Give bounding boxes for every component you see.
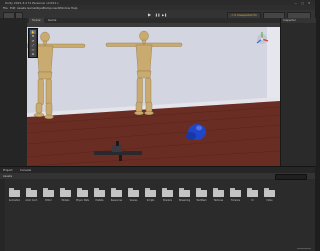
menu-edit[interactable]: Edit [10,6,15,10]
folder-item[interactable]: Textures [212,188,225,202]
side-wall [267,27,280,101]
folder-item[interactable]: Video [263,188,276,202]
folder-icon [162,188,173,197]
folder-icon [213,188,224,197]
folder-item[interactable]: TextMesh [195,188,208,202]
folder-item[interactable]: Streaming [178,188,191,202]
project-panel: Project Console Assets Animation Anim Co… [0,166,315,251]
menu-gameobject[interactable]: GameObject [27,6,44,10]
folder-icon [43,188,54,197]
play-icon[interactable]: ▶ [148,12,151,17]
folder-item[interactable]: Scripts [144,188,157,202]
folder-icon [247,188,258,197]
folder-item[interactable]: Scenes [127,188,140,202]
folder-item[interactable]: Editor [42,188,55,202]
folder-item[interactable]: Resources [110,188,123,202]
transform-tool-icon[interactable]: ⊕ [30,52,36,57]
icon-size-slider[interactable] [297,248,311,249]
menu-window[interactable]: Window [59,6,70,10]
inspector-panel[interactable]: Inspector [280,18,316,166]
tab-console[interactable]: Console [20,168,31,172]
menu-component[interactable]: Component [43,6,59,10]
step-icon[interactable]: ▶❚ [162,13,167,17]
folder-item[interactable]: Shaders [161,188,174,202]
folder-icon [111,188,122,197]
tool-palette: ✋ ✥ ⟳ ⤢ ▭ ⊕ [28,28,38,58]
folder-item[interactable]: Timeline [229,188,242,202]
menu-help[interactable]: Help [71,6,77,10]
menu-assets[interactable]: Assets [17,6,26,10]
hierarchy-panel[interactable] [0,18,27,166]
folder-icon [230,188,241,197]
folder-icon [128,188,139,197]
folder-icon [145,188,156,197]
folder-item[interactable]: UI [246,188,259,202]
breadcrumb[interactable]: Assets [3,174,12,178]
tab-project[interactable]: Project [3,168,13,172]
folder-icon [60,188,71,197]
tab-inspector[interactable]: Inspector [281,18,316,23]
folder-item[interactable]: Prefabs [93,188,106,202]
folder-icon [94,188,105,197]
search-input[interactable] [275,174,307,180]
menu-file[interactable]: File [3,6,8,10]
folder-tree[interactable] [0,179,5,251]
folder-icon [26,188,37,197]
project-toolbar [0,173,315,179]
pause-icon[interactable]: ❚❚ [155,13,160,17]
folder-icon [9,188,20,197]
folder-item[interactable]: Models [59,188,72,202]
folder-icon [179,188,190,197]
folder-item[interactable]: Physic Mats [76,188,89,202]
scene-viewport[interactable]: ✋ ✥ ⟳ ⤢ ▭ ⊕ [27,27,280,166]
folder-icon [77,188,88,197]
window-controls[interactable]: — ▢ ✕ [294,1,312,5]
scene-render [27,27,280,166]
folder-icon [196,188,207,197]
folder-item[interactable]: Animation [8,188,21,202]
folder-item[interactable]: Anim Cont. [25,188,38,202]
folder-icon [264,188,275,197]
window-title: Unity 2021.3.2 f1 Personal <DX11> [5,0,59,5]
